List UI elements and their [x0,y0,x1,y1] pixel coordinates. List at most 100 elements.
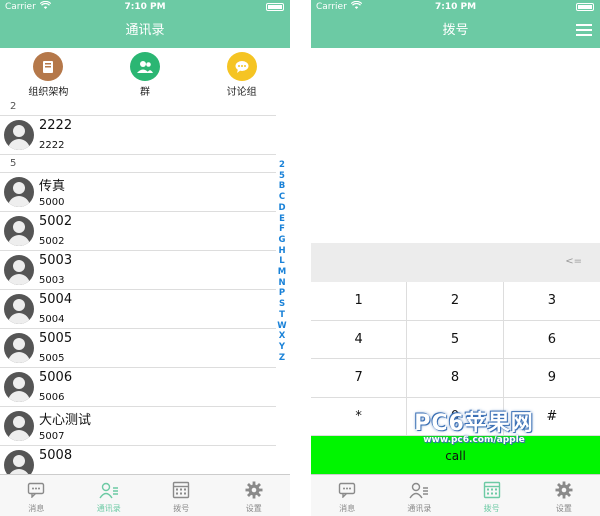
index-letter[interactable]: F [276,224,288,235]
tab-label: 消息 [339,504,356,513]
index-letter[interactable]: M [276,267,288,278]
key-5[interactable]: 6 [503,320,600,359]
avatar [4,294,34,324]
message-icon [26,480,46,500]
alphabet-index[interactable]: 25BCDEFGHLMNPSTWXYZ [276,160,288,363]
contact-list[interactable]: 2 2222 2222 5 传真 5000 5002 5002 5003 5003 5004 5004… [0,98,290,485]
avatar [4,333,34,363]
number-input-bar: <= [311,243,600,282]
avatar [4,255,34,285]
group-shortcut-label: 组织架构 [28,87,69,98]
contact-name: 5005 [39,331,73,346]
section-header: 2 [0,98,276,116]
contact-name: 5002 [39,214,73,229]
index-letter[interactable]: 2 [276,160,288,171]
key-2[interactable]: 3 [503,282,600,321]
contact-row[interactable]: 5004 5004 [0,290,276,329]
contact-name: 5006 [39,370,73,385]
contact-name: 2222 [39,118,73,133]
key-8[interactable]: 9 [503,359,600,398]
tab-dialpad[interactable]: 拨号 [145,475,218,516]
tab-bar: 消息 通讯录 拨号 设置 [0,474,290,516]
contact-row[interactable]: 5005 5005 [0,329,276,368]
contact-name: 5004 [39,292,73,307]
gear-icon [554,480,574,500]
hamburger-menu-icon[interactable] [576,24,592,37]
tab-contacts[interactable]: 通讯录 [73,475,146,516]
key-1[interactable]: 2 [407,282,504,321]
contact-number: 2222 [39,140,65,151]
nav-bar: 通讯录 [0,14,290,48]
status-bar: Carrier 7:10 PM [0,0,290,14]
index-letter[interactable]: D [276,203,288,214]
index-letter[interactable]: 5 [276,171,288,182]
call-button[interactable]: call [311,436,600,475]
tab-message[interactable]: 消息 [0,475,73,516]
index-letter[interactable]: W [276,321,288,332]
page-title: 拨号 [442,23,469,38]
tab-label: 拨号 [173,504,190,513]
tab-message[interactable]: 消息 [311,475,383,516]
tab-dialpad[interactable]: 拨号 [456,475,528,516]
contact-row[interactable]: 2222 2222 [0,116,276,155]
key-10[interactable]: 0 [407,397,504,436]
book-icon [33,52,64,81]
backspace-button[interactable]: <= [565,256,582,267]
battery-icon [576,3,594,11]
key-9[interactable]: * [311,397,408,436]
group-shortcut-2[interactable]: 讨论组 [193,48,290,98]
contact-row[interactable]: 5003 5003 [0,251,276,290]
index-letter[interactable]: T [276,310,288,321]
contact-number: 5005 [39,353,65,364]
avatar [4,372,34,402]
group-shortcut-0[interactable]: 组织架构 [0,48,97,98]
key-0[interactable]: 1 [311,282,408,321]
contact-row[interactable]: 传真 5000 [0,173,276,212]
index-letter[interactable]: N [276,278,288,289]
tab-label: 设置 [555,504,572,513]
key-6[interactable]: 7 [311,359,408,398]
tab-contacts[interactable]: 通讯录 [383,475,455,516]
group-shortcuts: 组织架构 群 讨论组 [0,48,290,98]
avatar [4,411,34,441]
contact-number: 5003 [39,275,65,286]
key-11[interactable]: # [503,397,600,436]
index-letter[interactable]: X [276,331,288,342]
section-header: 5 [0,155,276,173]
status-time: 7:10 PM [124,2,166,12]
index-letter[interactable]: B [276,181,288,192]
dialer-screen: Carrier 7:10 PM 拨号 <= 1 2 3 4 5 6 7 8 9 * 0 # call … [311,0,600,516]
contact-row[interactable]: 5006 5006 [0,368,276,407]
page-title: 通讯录 [125,23,165,38]
nav-bar: 拨号 [311,14,600,48]
index-letter[interactable]: S [276,299,288,310]
tab-label: 通讯录 [407,504,432,513]
index-letter[interactable]: Y [276,342,288,353]
index-letter[interactable]: G [276,235,288,246]
status-time: 7:10 PM [434,2,477,12]
key-4[interactable]: 5 [407,320,504,359]
message-icon [337,480,357,500]
index-letter[interactable]: Z [276,353,288,364]
contact-row[interactable]: 大心测试 5007 [0,407,276,446]
group-shortcut-1[interactable]: 群 [97,48,194,98]
index-letter[interactable]: C [276,192,288,203]
contact-number: 5000 [39,197,65,208]
index-letter[interactable]: E [276,214,288,225]
tab-label: 拨号 [483,504,500,513]
tab-gear[interactable]: 设置 [528,475,600,516]
dialpad-icon [171,480,191,500]
tab-gear[interactable]: 设置 [218,475,291,516]
key-3[interactable]: 4 [311,320,408,359]
contacts-screen: Carrier 7:10 PM 通讯录 组织架构群讨论组 2 2222 2222 5 传… [0,0,290,516]
tab-bar: 消息 通讯录 拨号 设置 [311,474,600,516]
key-7[interactable]: 8 [407,359,504,398]
contact-row[interactable]: 5002 5002 [0,212,276,251]
contact-number: 5006 [39,392,65,403]
tab-label: 消息 [28,504,45,513]
status-bar: Carrier 7:10 PM [311,0,600,14]
index-letter[interactable]: P [276,288,288,299]
index-letter[interactable]: L [276,256,288,267]
contact-name: 5008 [39,448,73,463]
index-letter[interactable]: H [276,246,288,257]
